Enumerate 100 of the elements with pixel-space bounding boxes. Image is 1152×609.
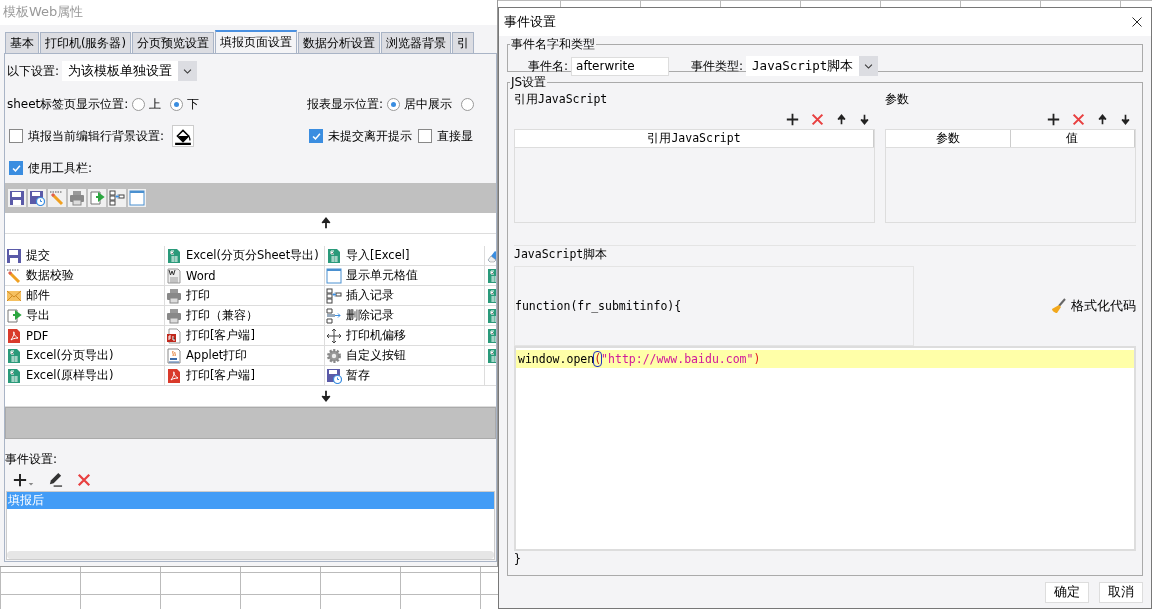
toolbar-option[interactable]: 显示单元格值 <box>325 266 485 286</box>
field-label: sheet标签页显示位置: <box>7 95 129 113</box>
checkbox-label: 未提交离开提示 <box>328 127 412 145</box>
printer-icon <box>166 287 182 304</box>
section-title: 参数 <box>885 91 910 108</box>
delete-icon[interactable] <box>77 472 91 487</box>
dropdown[interactable]: JavaScript脚本 <box>746 56 879 76</box>
field-label: 以下设置: <box>7 62 60 80</box>
checkbox[interactable] <box>418 129 432 143</box>
toolbar-button[interactable] <box>88 189 106 207</box>
toolbar-option[interactable]: 导出 <box>5 306 165 326</box>
print-document-icon <box>166 327 182 344</box>
window-title: 模板Web属性 <box>0 0 497 25</box>
pencil-icon <box>6 267 22 284</box>
toolbar-button[interactable] <box>28 189 46 207</box>
toolbar-option[interactable]: 数据校验 <box>5 266 165 286</box>
close-icon[interactable] <box>1131 16 1143 28</box>
checkbox[interactable] <box>9 161 23 175</box>
code-editor[interactable]: window.open("http://www.baidu.com") <box>514 346 1136 551</box>
up-arrow-icon[interactable] <box>836 112 847 126</box>
toolbar-option[interactable]: 打印（兼容） <box>165 306 325 326</box>
checkbox-label: 直接显 <box>437 127 473 145</box>
code-text: } <box>514 551 522 567</box>
toolbar-option[interactable]: 邮件 <box>5 286 165 306</box>
delete-icon[interactable] <box>811 112 824 126</box>
scrollbar[interactable] <box>7 551 494 559</box>
toolbar-option[interactable]: 打印 <box>165 286 325 306</box>
code-text: function(fr_submitinfo){ <box>515 299 682 313</box>
radio-button[interactable] <box>461 97 475 111</box>
cup-document-icon <box>166 347 182 364</box>
group-title: JS设置 <box>510 74 548 91</box>
printer-icon <box>166 307 182 324</box>
column-header[interactable]: 值 <box>1010 130 1135 147</box>
color-button[interactable] <box>172 125 195 147</box>
tab[interactable]: 分页预览设置 <box>132 32 214 53</box>
toolbar-button[interactable] <box>108 189 126 207</box>
down-arrow-icon[interactable] <box>1120 112 1131 126</box>
dialog-button[interactable]: 取消 <box>1099 581 1143 603</box>
plus-icon <box>13 472 27 487</box>
option-label: 居中展示 <box>404 95 453 113</box>
toolbar-button[interactable] <box>68 189 86 207</box>
up-arrow-icon[interactable] <box>319 216 332 230</box>
group-title: 事件名字和类型 <box>510 36 596 53</box>
rows-arrow-icon <box>326 307 342 324</box>
export-icon <box>89 190 105 206</box>
rows-arrow-icon <box>326 287 342 304</box>
toolbar-option[interactable]: 打印机偏移 <box>325 326 485 346</box>
column-header[interactable]: 参数 <box>886 130 1011 147</box>
tab[interactable]: 基本 <box>5 32 39 53</box>
tab[interactable]: 填报页面设置 <box>215 30 297 54</box>
broom-icon <box>1051 298 1067 314</box>
check-mark-icon <box>10 162 22 174</box>
toolbar-button[interactable] <box>8 189 26 207</box>
plus-icon[interactable] <box>1047 112 1060 126</box>
pen-icon[interactable] <box>48 472 63 487</box>
format-code-button[interactable]: 格式化代码 <box>1051 297 1136 315</box>
delete-icon[interactable] <box>1072 112 1085 126</box>
toolbar-option[interactable]: 插入记录 <box>325 286 485 306</box>
printer-icon <box>69 190 85 206</box>
field-label: 报表显示位置: <box>307 95 384 113</box>
toolbar-button[interactable] <box>128 189 146 207</box>
dropdown[interactable]: 为该模板单独设置 <box>62 61 198 81</box>
down-arrow-icon[interactable] <box>859 112 870 126</box>
toolbar-option[interactable]: 自定义按钮 <box>325 346 485 366</box>
toolbar-option[interactable]: Excel(分页分Sheet导出) <box>165 246 325 266</box>
dialog-button[interactable]: 确定 <box>1045 581 1089 603</box>
toolbar-option[interactable]: Applet打印 <box>165 346 325 366</box>
toolbar-option[interactable]: 打印[客户端] <box>165 326 325 346</box>
radio-button[interactable] <box>387 97 401 111</box>
tab[interactable]: 浏览器背景 <box>381 32 451 53</box>
plus-icon[interactable] <box>786 112 799 126</box>
toolbar-option[interactable]: 删除记录 <box>325 306 485 326</box>
down-arrow-icon[interactable] <box>319 389 332 403</box>
radio-button[interactable] <box>132 97 146 111</box>
checkbox[interactable] <box>9 129 23 143</box>
gear-icon <box>326 347 342 364</box>
add-button[interactable] <box>13 472 34 487</box>
toolbar-option[interactable]: PDF <box>5 326 165 346</box>
column-header[interactable]: 引用JavaScript <box>515 130 874 147</box>
tab[interactable]: 引 <box>452 32 474 53</box>
tab[interactable]: 打印机(服务器) <box>40 32 131 53</box>
floppy-clock-icon <box>29 190 45 206</box>
input-field[interactable]: afterwrite <box>571 56 670 76</box>
tab[interactable]: 数据分析设置 <box>298 32 380 53</box>
field-label: 事件名: <box>528 57 569 75</box>
toolbar-option[interactable]: Word <box>165 266 325 286</box>
window-icon <box>129 190 145 206</box>
up-arrow-icon[interactable] <box>1097 112 1108 126</box>
toolbar-option[interactable]: 导入[Excel] <box>325 246 485 266</box>
toolbar-option[interactable]: 提交 <box>5 246 165 266</box>
option-label: 下 <box>187 95 200 113</box>
radio-button[interactable] <box>170 97 184 111</box>
checkbox[interactable] <box>309 129 323 143</box>
toolbar-option[interactable]: Excel(分页导出) <box>5 346 165 366</box>
document-icon <box>166 267 182 284</box>
check-mark-icon <box>310 130 322 142</box>
caret-icon <box>28 480 34 487</box>
field-label: 事件类型: <box>691 57 744 75</box>
move-arrows-icon <box>326 327 342 344</box>
section-title: 引用JavaScript <box>514 91 609 108</box>
